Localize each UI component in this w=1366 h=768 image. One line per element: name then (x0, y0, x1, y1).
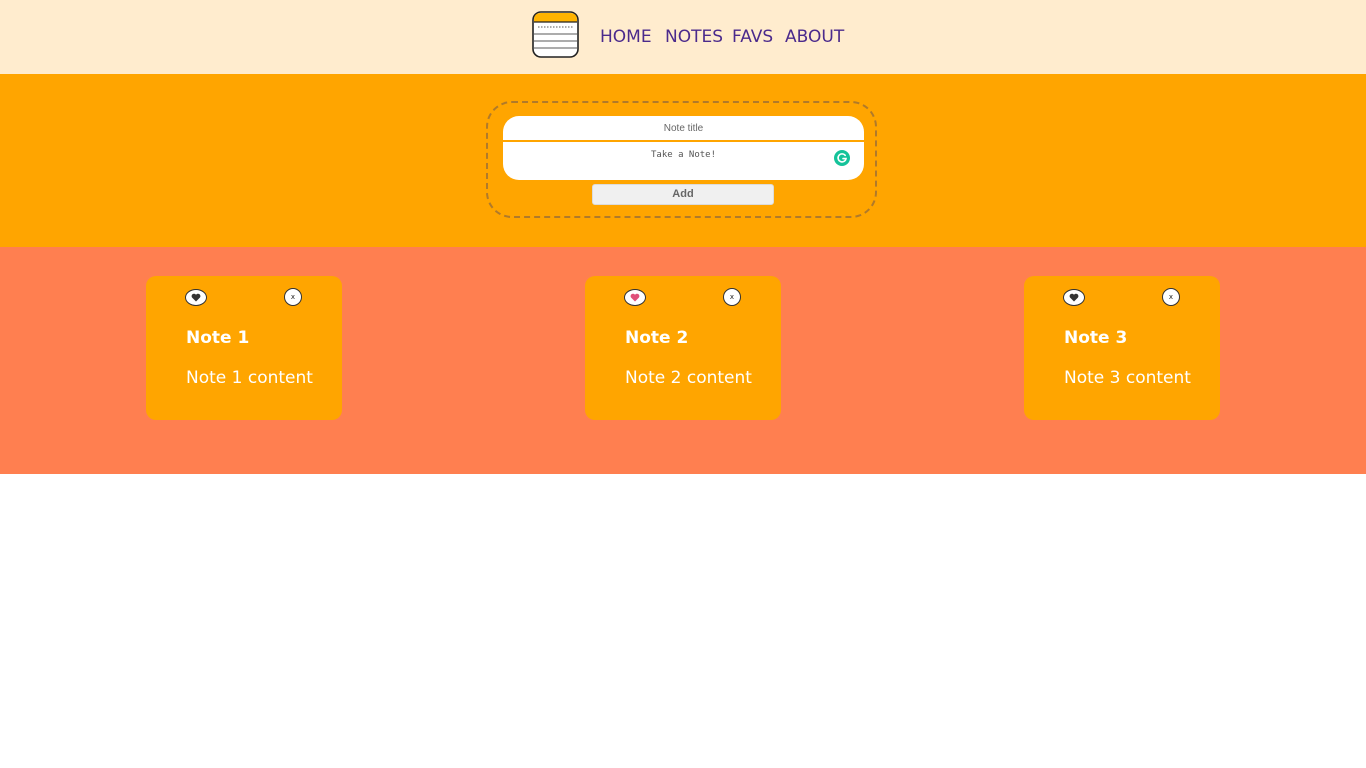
delete-button[interactable]: x (1162, 288, 1180, 306)
note-form-section: Add (0, 74, 1366, 247)
add-note-button[interactable]: Add (592, 184, 774, 205)
delete-button[interactable]: x (284, 288, 302, 306)
note-fields-box (503, 116, 864, 180)
note-content: Note 3 content (1064, 368, 1191, 388)
nav-favs-link[interactable]: FAVS (732, 26, 773, 48)
heart-icon (630, 293, 640, 302)
note-card: x Note 1 Note 1 content (146, 276, 342, 420)
note-body-input[interactable] (503, 142, 864, 180)
note-content: Note 1 content (186, 368, 313, 388)
note-title-input[interactable] (503, 116, 864, 142)
note-title: Note 2 (625, 328, 689, 348)
notepad-icon[interactable] (532, 11, 579, 58)
nav-about-link[interactable]: ABOUT (785, 26, 844, 48)
favorite-button[interactable] (624, 289, 646, 306)
favorite-button[interactable] (1063, 289, 1085, 306)
nav-home-link[interactable]: HOME (600, 26, 652, 48)
notes-section: x Note 1 Note 1 content x Note 2 Note 2 … (0, 247, 1366, 474)
note-title: Note 1 (186, 328, 250, 348)
heart-icon (191, 293, 201, 302)
note-title: Note 3 (1064, 328, 1128, 348)
navbar: HOME NOTES FAVS ABOUT (0, 0, 1366, 74)
delete-button[interactable]: x (723, 288, 741, 306)
favorite-button[interactable] (185, 289, 207, 306)
nav-notes-link[interactable]: NOTES (665, 26, 723, 48)
note-card: x Note 2 Note 2 content (585, 276, 781, 420)
grammarly-icon[interactable] (834, 150, 850, 166)
note-card: x Note 3 Note 3 content (1024, 276, 1220, 420)
heart-icon (1069, 293, 1079, 302)
note-content: Note 2 content (625, 368, 752, 388)
